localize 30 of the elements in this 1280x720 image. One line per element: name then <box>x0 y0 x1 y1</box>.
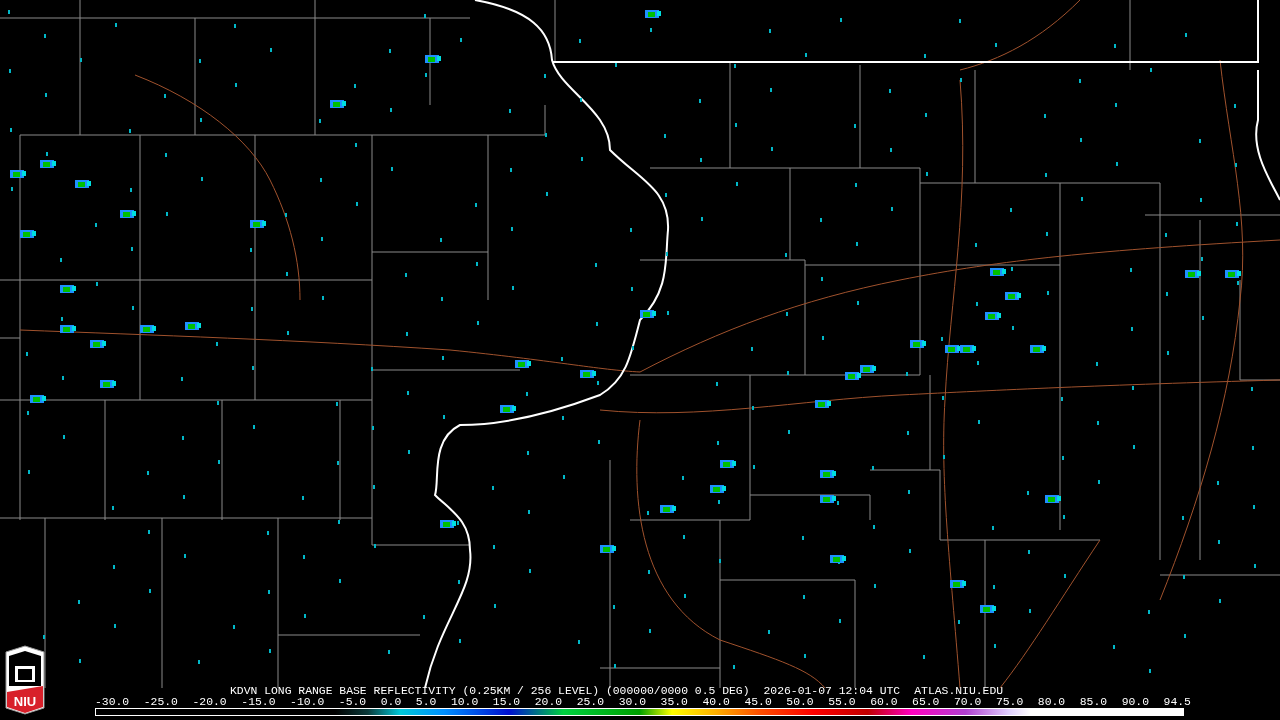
scale-tick-label: 50.0 <box>786 697 814 708</box>
scale-tick-label: 80.0 <box>1037 697 1066 708</box>
university-logo-icon: NIU <box>3 644 47 716</box>
site-url: ATLAS.NIU.EDU <box>914 686 1004 697</box>
scale-tick-label: -25.0 <box>143 697 178 708</box>
scale-tick-label: 35.0 <box>660 697 688 708</box>
scale-tick-label: 15.0 <box>492 697 521 708</box>
scale-tick-label: 55.0 <box>828 697 856 708</box>
scale-tick-label: -10.0 <box>290 697 325 708</box>
scale-tick-label: 75.0 <box>995 697 1024 708</box>
scale-tick-label: 70.0 <box>954 697 982 708</box>
scale-tick-label: -5.0 <box>338 697 367 708</box>
scale-tick-label: 85.0 <box>1079 697 1108 708</box>
product-title: KDVN LONG RANGE BASE REFLECTIVITY (0.25KM / 256 LEVEL) (000000/0000 0.5 DEG) <box>230 686 750 697</box>
scale-tick-label: 0.0 <box>380 697 402 708</box>
scale-tick-label: 40.0 <box>702 697 730 708</box>
scale-tick-label: -30.0 <box>95 697 130 708</box>
scale-tick-label: 10.0 <box>450 697 479 708</box>
scale-tick-label: 60.0 <box>870 697 898 708</box>
scale-tick-label: 90.0 <box>1121 697 1150 708</box>
timestamp: 2026-01-07 12:04 UTC <box>763 686 901 697</box>
scale-tick-label: -15.0 <box>241 697 276 708</box>
scale-tick-label: -20.0 <box>192 697 227 708</box>
scale-tick-label: 25.0 <box>576 697 605 708</box>
scale-tick-label: 5.0 <box>415 697 437 708</box>
scale-tick-label: 45.0 <box>744 697 772 708</box>
scale-tick-label: 30.0 <box>618 697 646 708</box>
scale-tick-label: 65.0 <box>912 697 940 708</box>
scale-tick-label: 20.0 <box>534 697 563 708</box>
scale-tick-label: 94.5 <box>1163 697 1191 708</box>
